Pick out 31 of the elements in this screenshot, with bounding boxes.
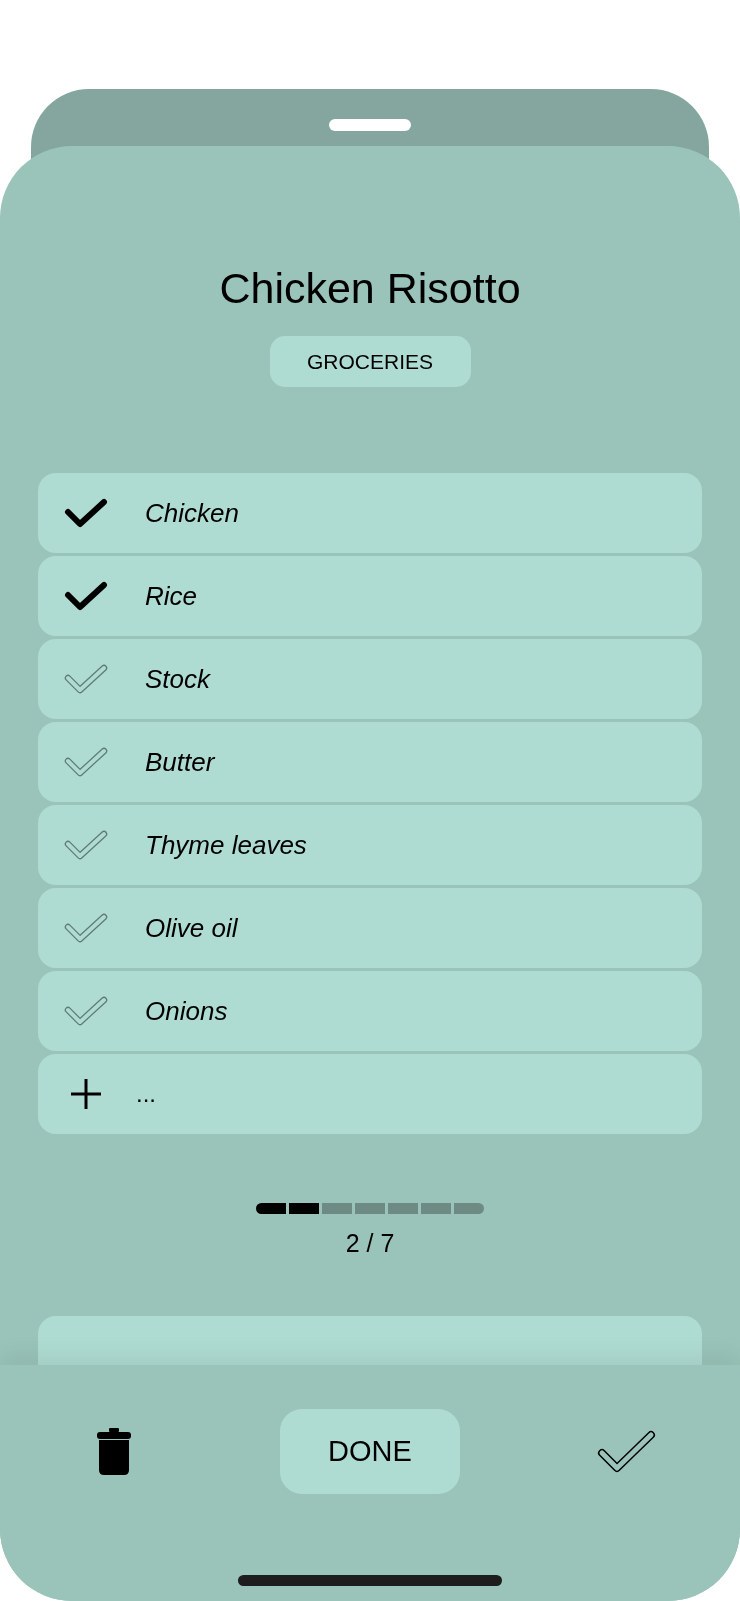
check-outline-icon[interactable] [597, 1430, 656, 1473]
list-row[interactable]: Thyme leaves [38, 805, 702, 885]
item-label: Olive oil [145, 911, 238, 945]
list-row[interactable]: Stock [38, 639, 702, 719]
check-icon[interactable] [64, 580, 108, 612]
done-button[interactable]: DONE [280, 1409, 460, 1494]
trash-icon[interactable] [97, 1428, 131, 1475]
list-row[interactable]: Onions [38, 971, 702, 1051]
plus-icon[interactable] [70, 1078, 102, 1110]
grabber-handle[interactable] [329, 119, 411, 131]
check-outline-icon[interactable] [64, 995, 108, 1027]
check-outline-icon[interactable] [64, 912, 108, 944]
item-label: Thyme leaves [145, 828, 307, 862]
check-icon[interactable] [64, 497, 108, 529]
list-row[interactable]: Butter [38, 722, 702, 802]
list-row[interactable]: Chicken [38, 473, 702, 553]
check-outline-icon[interactable] [64, 829, 108, 861]
list-row[interactable]: Olive oil [38, 888, 702, 968]
check-outline-icon[interactable] [64, 663, 108, 695]
add-item-row[interactable]: ... [38, 1054, 702, 1134]
item-label: Chicken [145, 496, 239, 530]
item-label: Butter [145, 745, 215, 779]
add-item-field[interactable]: ... [136, 1074, 436, 1114]
check-outline-icon[interactable] [64, 746, 108, 778]
category-chip[interactable]: GROCERIES [269, 336, 471, 387]
item-label: Stock [145, 662, 211, 696]
item-label: Rice [145, 579, 197, 613]
progress-label: 2 / 7 [345, 1228, 395, 1258]
list-row[interactable]: Rice [38, 556, 702, 636]
sheet-title: Chicken Risotto [219, 263, 521, 314]
item-label: Onions [145, 994, 228, 1028]
